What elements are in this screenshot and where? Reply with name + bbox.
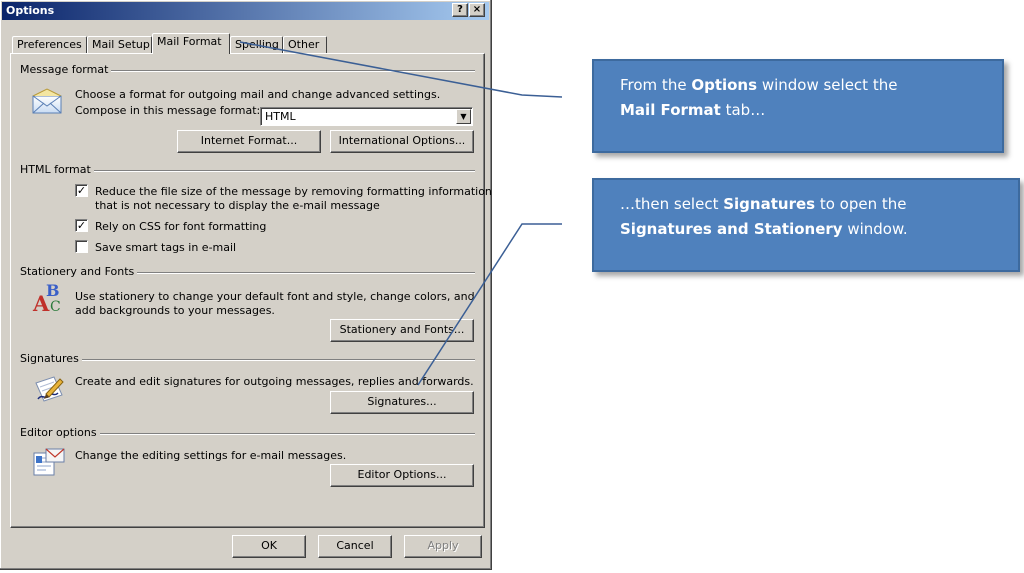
- callout-text: window.: [842, 220, 908, 238]
- tab-preferences[interactable]: Preferences: [12, 36, 87, 53]
- signatures-description: Create and edit signatures for outgoing …: [75, 375, 474, 388]
- help-icon: ?: [457, 4, 463, 15]
- callout-emphasis: Signatures and Stationery: [620, 220, 843, 238]
- callout-emphasis: Mail Format: [620, 101, 721, 119]
- cancel-button[interactable]: Cancel: [318, 535, 392, 558]
- html-format-header: HTML format: [20, 163, 94, 176]
- stationery-fonts-header: Stationery and Fonts: [20, 265, 138, 278]
- envelope-icon: [32, 88, 62, 114]
- tab-mail-format[interactable]: Mail Format: [152, 33, 230, 54]
- signature-pen-icon: [35, 376, 64, 402]
- help-button[interactable]: ?: [452, 3, 468, 17]
- tab-mail-setup[interactable]: Mail Setup: [87, 36, 152, 53]
- reduce-file-size-label-continued: that is not necessary to display the e-m…: [95, 199, 380, 212]
- stationery-fonts-button[interactable]: Stationery and Fonts...: [330, 319, 474, 342]
- editor-options-header: Editor options: [20, 426, 100, 439]
- close-icon: ×: [472, 4, 482, 15]
- callout-line: Signatures and Stationery window.: [620, 217, 1018, 242]
- font-letter-c: C: [50, 299, 61, 315]
- apply-button: Apply: [404, 535, 482, 558]
- reduce-file-size-label: Reduce the file size of the message by r…: [95, 185, 492, 198]
- group-divider: [110, 70, 475, 72]
- tab-label: Other: [288, 38, 320, 51]
- message-format-header: Message format: [20, 63, 112, 76]
- tab-spelling[interactable]: Spelling: [230, 36, 283, 53]
- callout-line: From the Options window select the: [620, 73, 1002, 98]
- compose-format-label: Compose in this message format:: [75, 104, 261, 117]
- message-format-description: Choose a format for outgoing mail and ch…: [75, 88, 441, 101]
- chevron-down-icon[interactable]: ▼: [456, 109, 471, 124]
- internet-format-button[interactable]: Internet Format...: [177, 130, 321, 153]
- stationery-description: Use stationery to change your default fo…: [75, 290, 475, 303]
- options-dialog: Options ? × Preferences Mail Setup Mail …: [0, 0, 492, 570]
- tab-label: Mail Setup: [92, 38, 150, 51]
- rely-on-css-label: Rely on CSS for font formatting: [95, 220, 267, 233]
- compose-format-select[interactable]: HTML ▼: [260, 107, 473, 126]
- international-options-button[interactable]: International Options...: [330, 130, 474, 153]
- signatures-button[interactable]: Signatures...: [330, 391, 474, 414]
- callout-line: …then select Signatures to open the: [620, 192, 1018, 217]
- tab-label: Spelling: [235, 38, 279, 51]
- editor-options-button[interactable]: Editor Options...: [330, 464, 474, 487]
- stationery-fonts-icon: B A C: [32, 283, 66, 319]
- checkmark-icon: ✓: [76, 184, 87, 197]
- compose-format-value: HTML: [265, 110, 296, 123]
- reduce-file-size-checkbox[interactable]: ✓: [75, 184, 88, 197]
- callout-select-mail-format: From the Options window select the Mail …: [592, 59, 1004, 153]
- group-divider: [80, 359, 475, 361]
- close-button[interactable]: ×: [469, 3, 485, 17]
- callout-line: Mail Format tab…: [620, 98, 1002, 123]
- group-divider: [94, 170, 475, 172]
- tab-label: Preferences: [17, 38, 82, 51]
- ok-button[interactable]: OK: [232, 535, 306, 558]
- font-letter-a: A: [33, 291, 50, 316]
- callout-text: From the: [620, 76, 692, 94]
- signatures-header: Signatures: [20, 352, 82, 365]
- callout-text: window select the: [757, 76, 898, 94]
- checkmark-icon: ✓: [76, 219, 87, 232]
- stationery-description-continued: add backgrounds to your messages.: [75, 304, 275, 317]
- title-bar[interactable]: Options ? ×: [2, 2, 489, 20]
- save-smart-tags-label: Save smart tags in e-mail: [95, 241, 237, 254]
- editor-options-icon: [33, 448, 65, 476]
- tab-label: Mail Format: [157, 35, 222, 48]
- save-smart-tags-checkbox[interactable]: [75, 240, 88, 253]
- callout-text: …then select: [620, 195, 724, 213]
- editor-options-description: Change the editing settings for e-mail m…: [75, 449, 347, 462]
- window-title: Options: [6, 4, 55, 17]
- group-divider: [134, 272, 475, 274]
- callout-emphasis: Options: [691, 76, 758, 94]
- callout-text: tab…: [720, 101, 766, 119]
- tab-other[interactable]: Other: [283, 36, 327, 53]
- callout-select-signatures: …then select Signatures to open the Sign…: [592, 178, 1020, 272]
- callout-text: to open the: [815, 195, 907, 213]
- rely-on-css-checkbox[interactable]: ✓: [75, 219, 88, 232]
- callout-emphasis: Signatures: [723, 195, 816, 213]
- group-divider: [96, 433, 475, 435]
